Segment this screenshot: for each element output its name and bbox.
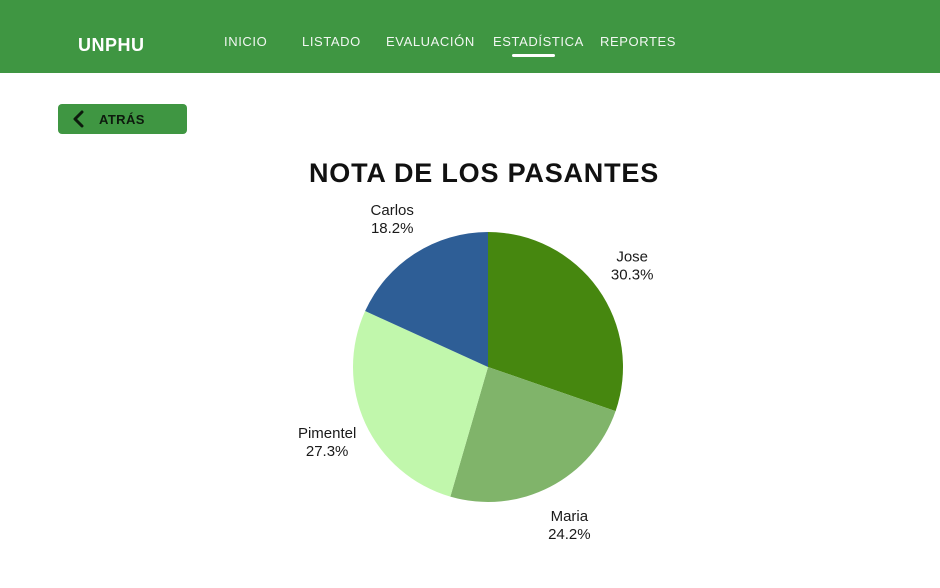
slice-percent-pimentel: 27.3% bbox=[306, 443, 349, 460]
pie-chart: Jose30.3% Maria24.2% Pimentel27.3% Carlos18… bbox=[298, 202, 654, 543]
slice-percent-carlos: 18.2% bbox=[371, 220, 414, 237]
slice-percent-jose: 30.3% bbox=[611, 266, 654, 283]
slice-label-carlos: Carlos bbox=[371, 202, 414, 219]
slice-percent-maria: 24.2% bbox=[548, 526, 591, 543]
slice-label-pimentel: Pimentel bbox=[298, 425, 356, 442]
slice-label-jose: Jose bbox=[616, 248, 648, 265]
slice-label-maria: Maria bbox=[551, 508, 589, 525]
